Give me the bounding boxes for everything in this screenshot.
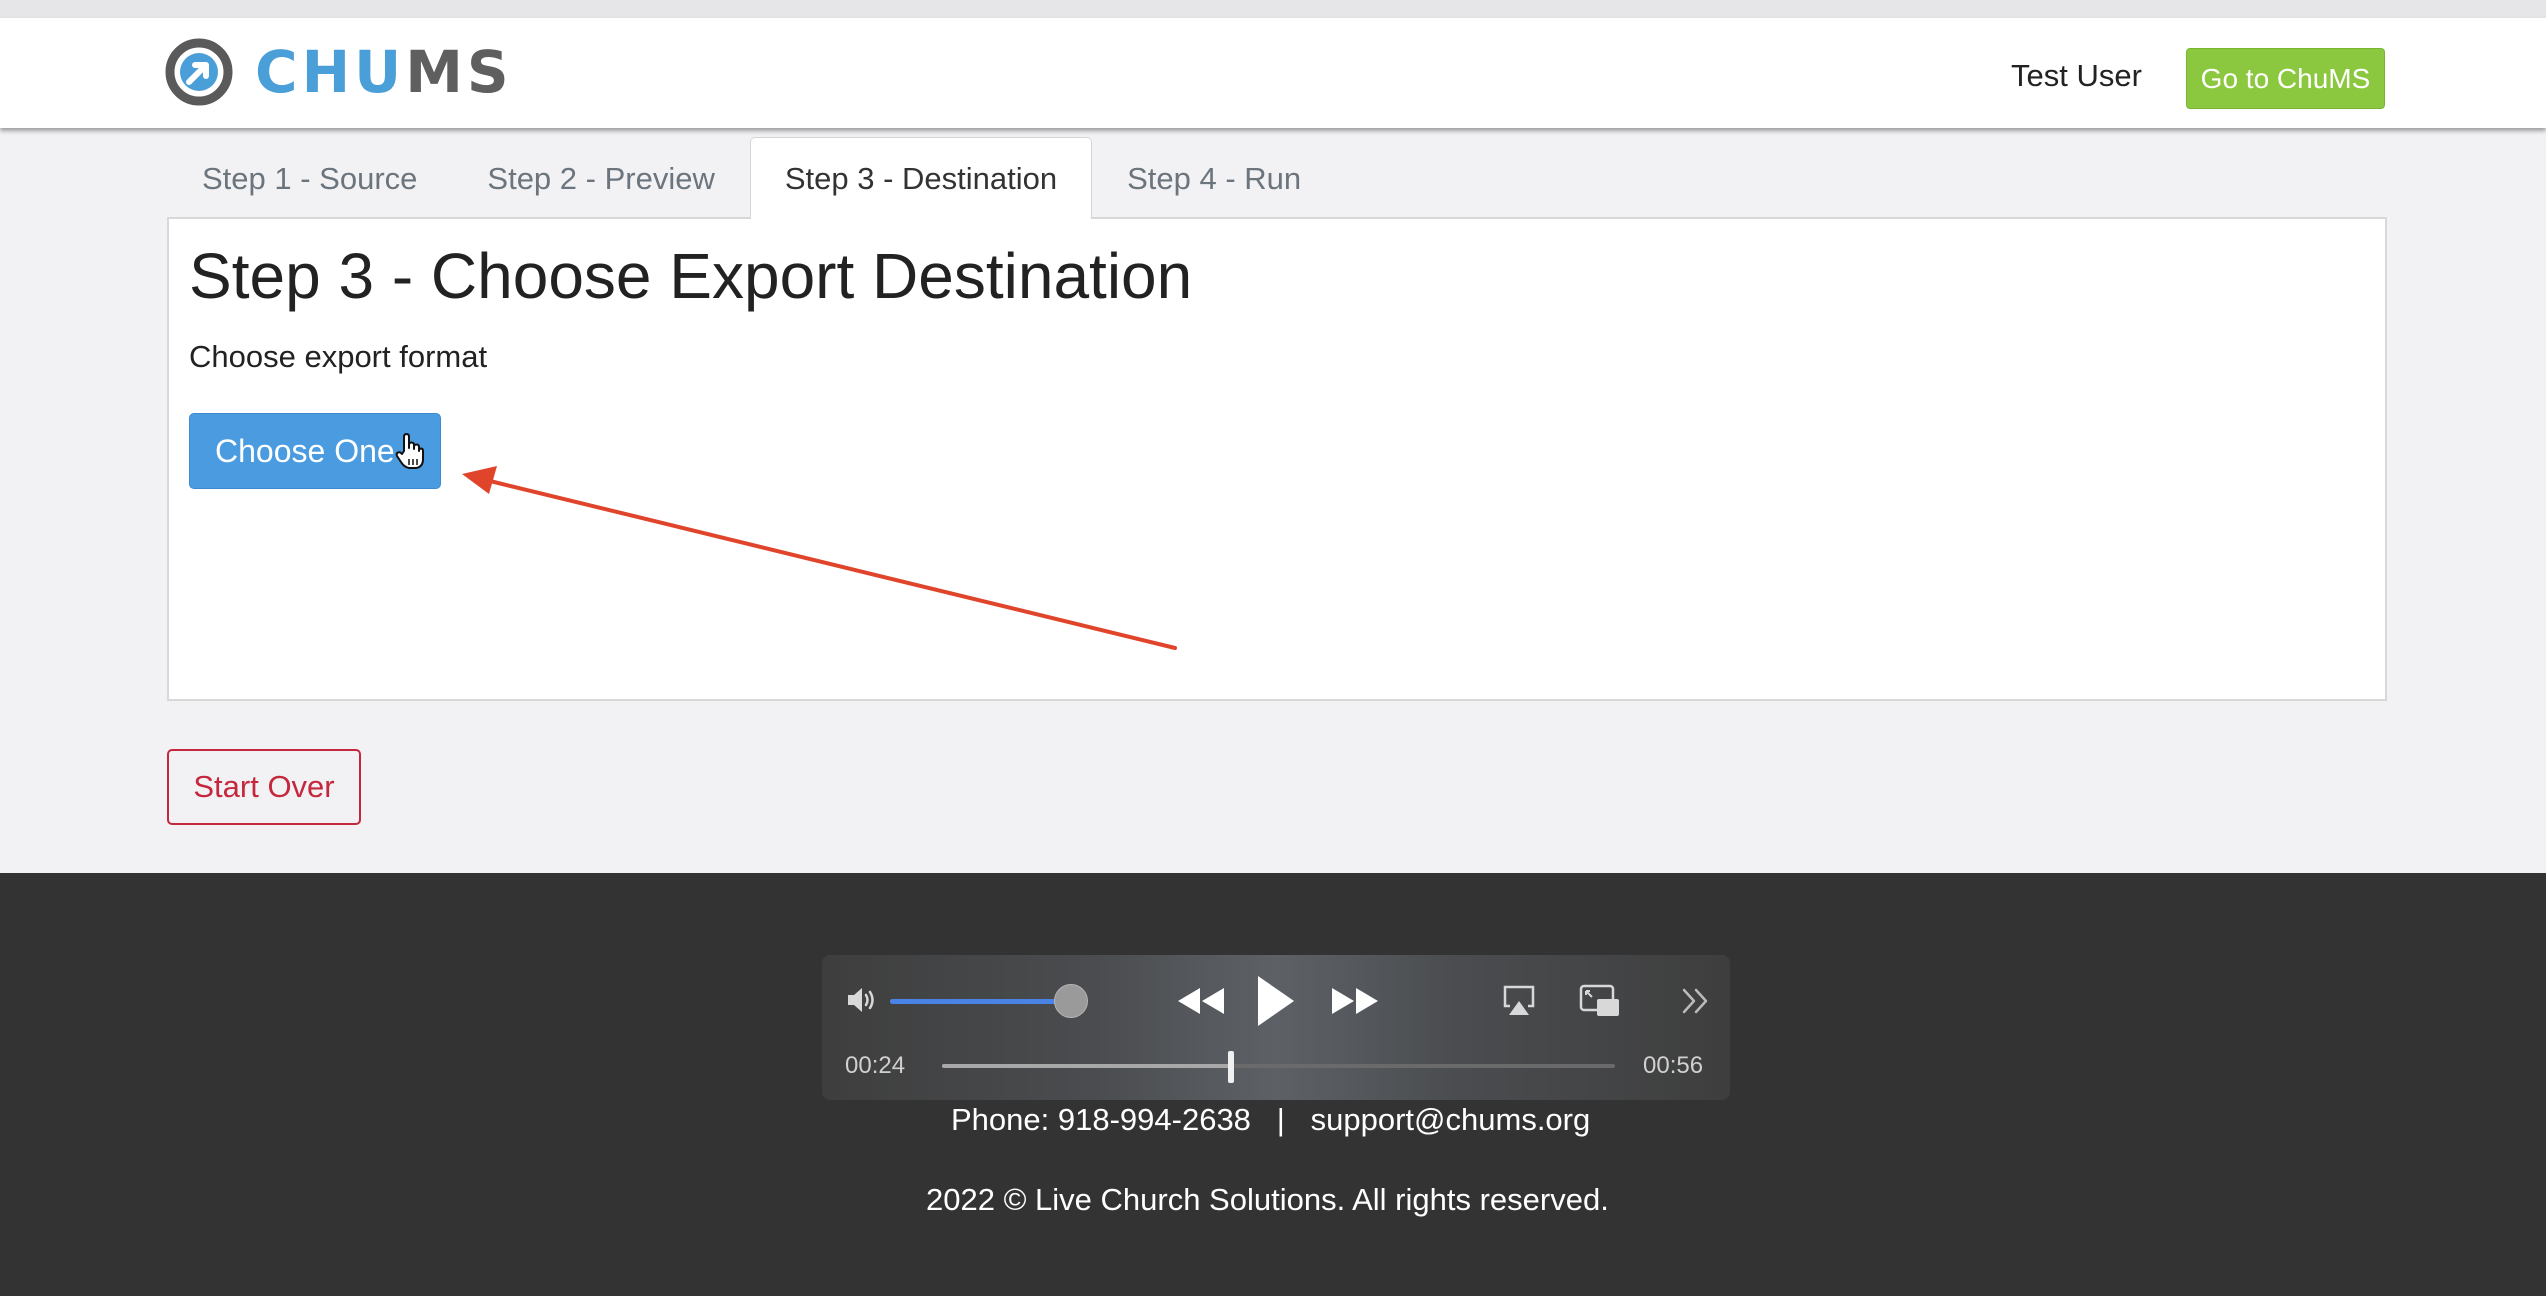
navbar: CHUMS Test User Go to ChuMS xyxy=(0,18,2546,128)
skip-chevrons-icon[interactable] xyxy=(1680,986,1712,1016)
scrubber-progress xyxy=(942,1064,1232,1068)
picture-in-picture-icon[interactable] xyxy=(1578,983,1622,1019)
choose-one-label: Choose One xyxy=(215,432,395,469)
destination-panel: Step 3 - Choose Export Destination Choos… xyxy=(167,217,2387,701)
current-time: 00:24 xyxy=(845,1052,906,1079)
tab-step-1-source[interactable]: Step 1 - Source xyxy=(167,137,452,219)
volume-icon[interactable] xyxy=(845,985,881,1015)
rewind-icon[interactable] xyxy=(1176,986,1226,1016)
chums-logo-icon xyxy=(165,38,233,106)
tab-step-3-destination[interactable]: Step 3 - Destination xyxy=(749,137,1093,219)
play-icon[interactable] xyxy=(1254,973,1298,1029)
duration-time: 00:56 xyxy=(1643,1052,1704,1079)
footer-copyright: 2022 © Live Church Solutions. All rights… xyxy=(926,1182,1609,1217)
start-over-button[interactable]: Start Over xyxy=(167,749,361,825)
chums-logo[interactable]: CHUMS xyxy=(165,37,513,107)
tab-step-4-run[interactable]: Step 4 - Run xyxy=(1092,137,1336,219)
step-tabs: Step 1 - Source Step 2 - Preview Step 3 … xyxy=(167,137,1336,219)
scrubber-handle[interactable] xyxy=(1228,1051,1235,1083)
hand-cursor-icon xyxy=(395,433,424,469)
go-to-chums-button[interactable]: Go to ChuMS xyxy=(2186,48,2385,109)
volume-slider-handle[interactable] xyxy=(1054,984,1088,1018)
airplay-icon[interactable] xyxy=(1501,984,1537,1018)
page-title: Step 3 - Choose Export Destination xyxy=(189,240,1193,312)
export-format-label: Choose export format xyxy=(189,339,488,374)
browser-top-strip xyxy=(0,0,2546,18)
footer-contact: Phone: 918-994-2638 | support@chums.org xyxy=(951,1102,1591,1137)
tab-step-2-preview[interactable]: Step 2 - Preview xyxy=(452,137,749,219)
user-name[interactable]: Test User xyxy=(2011,58,2142,94)
fast-forward-icon[interactable] xyxy=(1330,986,1380,1016)
chums-logo-text: CHUMS xyxy=(255,38,513,106)
volume-fill xyxy=(890,999,1070,1004)
